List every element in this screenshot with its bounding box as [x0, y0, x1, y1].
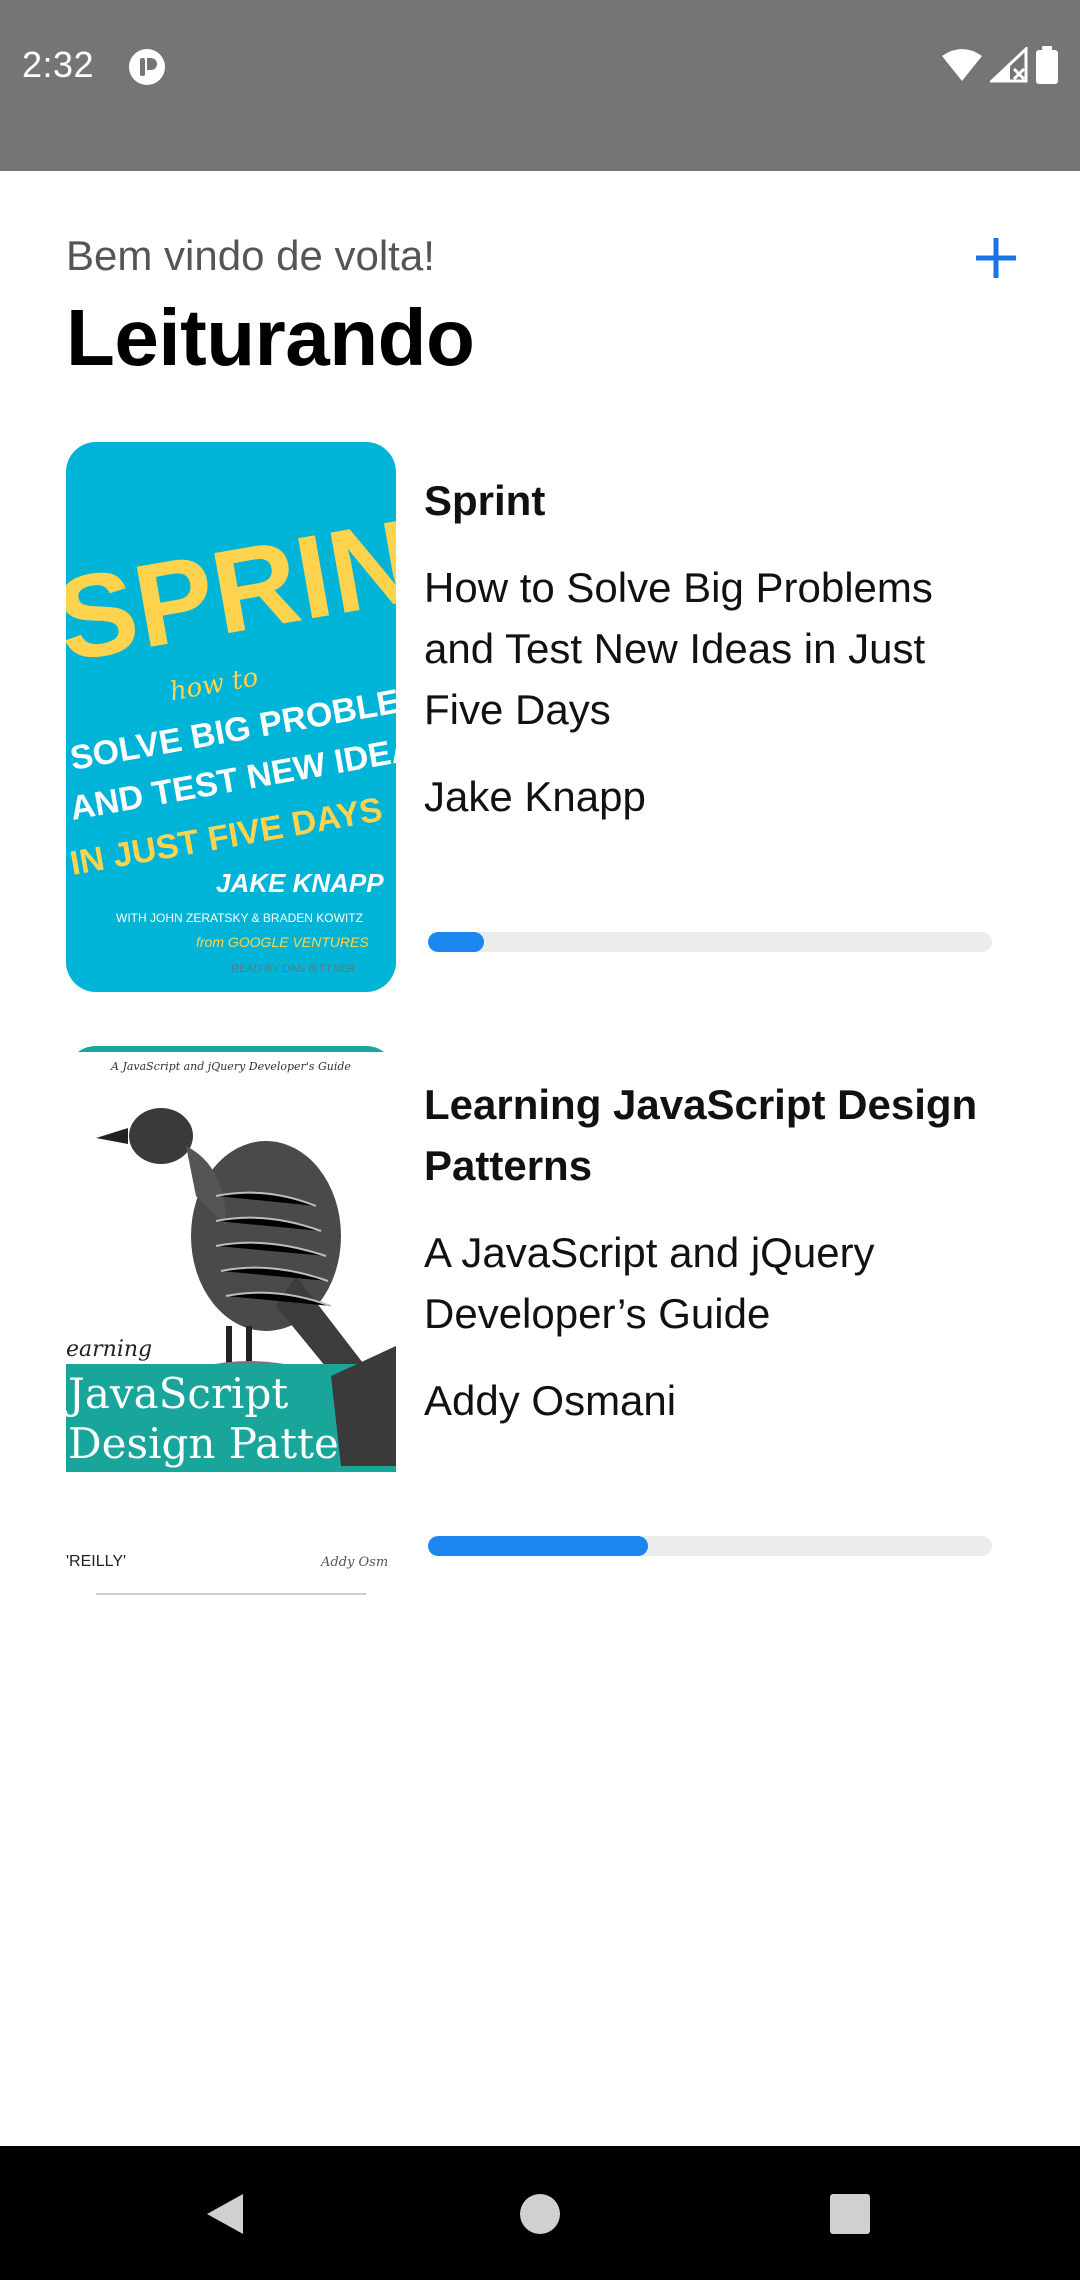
reading-progress-fill	[428, 1536, 648, 1556]
status-time: 2:32	[22, 44, 95, 85]
cover-background	[66, 1046, 396, 1596]
cover-text-publisher: 'REILLY'	[66, 1553, 126, 1570]
recents-square-icon	[830, 2194, 870, 2234]
book-author: Addy Osmani	[424, 1377, 677, 1424]
wifi-icon	[942, 49, 982, 81]
nav-recents-button[interactable]	[820, 2184, 880, 2244]
book-cover-sprint: SPRINT how to SOLVE BIG PROBLEMS AND TES…	[66, 442, 396, 992]
app-notification-icon	[129, 49, 165, 85]
book-cover-js-patterns: A JavaScript and jQuery Developer's Guid…	[66, 1046, 396, 1596]
cover-text-author: JAKE KNAPP	[216, 868, 384, 898]
js-patterns-cover-art: A JavaScript and jQuery Developer's Guid…	[66, 1046, 396, 1596]
book-title: Learning JavaScript Design Patterns	[424, 1081, 978, 1189]
cover-text-learning: earning	[66, 1337, 152, 1362]
home-circle-icon	[520, 2194, 560, 2234]
book-subtitle: A JavaScript and jQuery Developer’s Guid…	[424, 1229, 875, 1337]
reading-progress-bar	[428, 932, 992, 952]
cover-text-reader: READ BY DAN BITTNER	[231, 963, 356, 975]
cover-text-author: Addy Osm	[320, 1555, 388, 1570]
book-card-js-patterns[interactable]: A JavaScript and jQuery Developer's Guid…	[66, 1046, 1014, 1596]
cover-text-tagline: A JavaScript and jQuery Developer's Guid…	[110, 1060, 351, 1073]
book-card-sprint[interactable]: SPRINT how to SOLVE BIG PROBLEMS AND TES…	[66, 442, 1014, 992]
sprint-cover-art: SPRINT how to SOLVE BIG PROBLEMS AND TES…	[66, 442, 396, 992]
nav-home-button[interactable]	[510, 2184, 570, 2244]
add-book-button[interactable]	[966, 228, 1026, 288]
book-title: Sprint	[424, 477, 546, 524]
book-subtitle: How to Solve Big Problems and Test New I…	[424, 564, 933, 733]
book-author: Jake Knapp	[424, 773, 646, 820]
cover-text-from: from GOOGLE VENTURES	[196, 934, 369, 950]
system-nav-bar	[0, 2146, 1080, 2280]
status-icons	[942, 46, 1058, 84]
cover-text-javascript: JavaScript	[66, 1369, 288, 1418]
back-triangle-icon	[207, 2194, 243, 2234]
nav-back-button[interactable]	[195, 2184, 255, 2244]
cover-text-coauthors: WITH JOHN ZERATSKY & BRADEN KOWITZ	[116, 911, 363, 925]
cellular-signal-icon	[990, 47, 1028, 83]
welcome-text: Bem vindo de volta!	[66, 232, 435, 279]
book-info-sprint: Sprint How to Solve Big Problems and Tes…	[424, 470, 1014, 827]
reading-progress-fill	[428, 932, 485, 952]
page-title: Leiturando	[66, 293, 475, 382]
reading-progress-bar	[428, 1536, 992, 1556]
status-bar: 2:32	[0, 0, 1080, 171]
plus-icon	[976, 238, 1016, 278]
screen: 2:32 Bem vindo de volta! Leiturando SPRI…	[0, 0, 1080, 2280]
book-info-js-patterns: Learning JavaScript Design Patterns A Ja…	[424, 1074, 1014, 1431]
battery-icon	[1036, 46, 1058, 84]
